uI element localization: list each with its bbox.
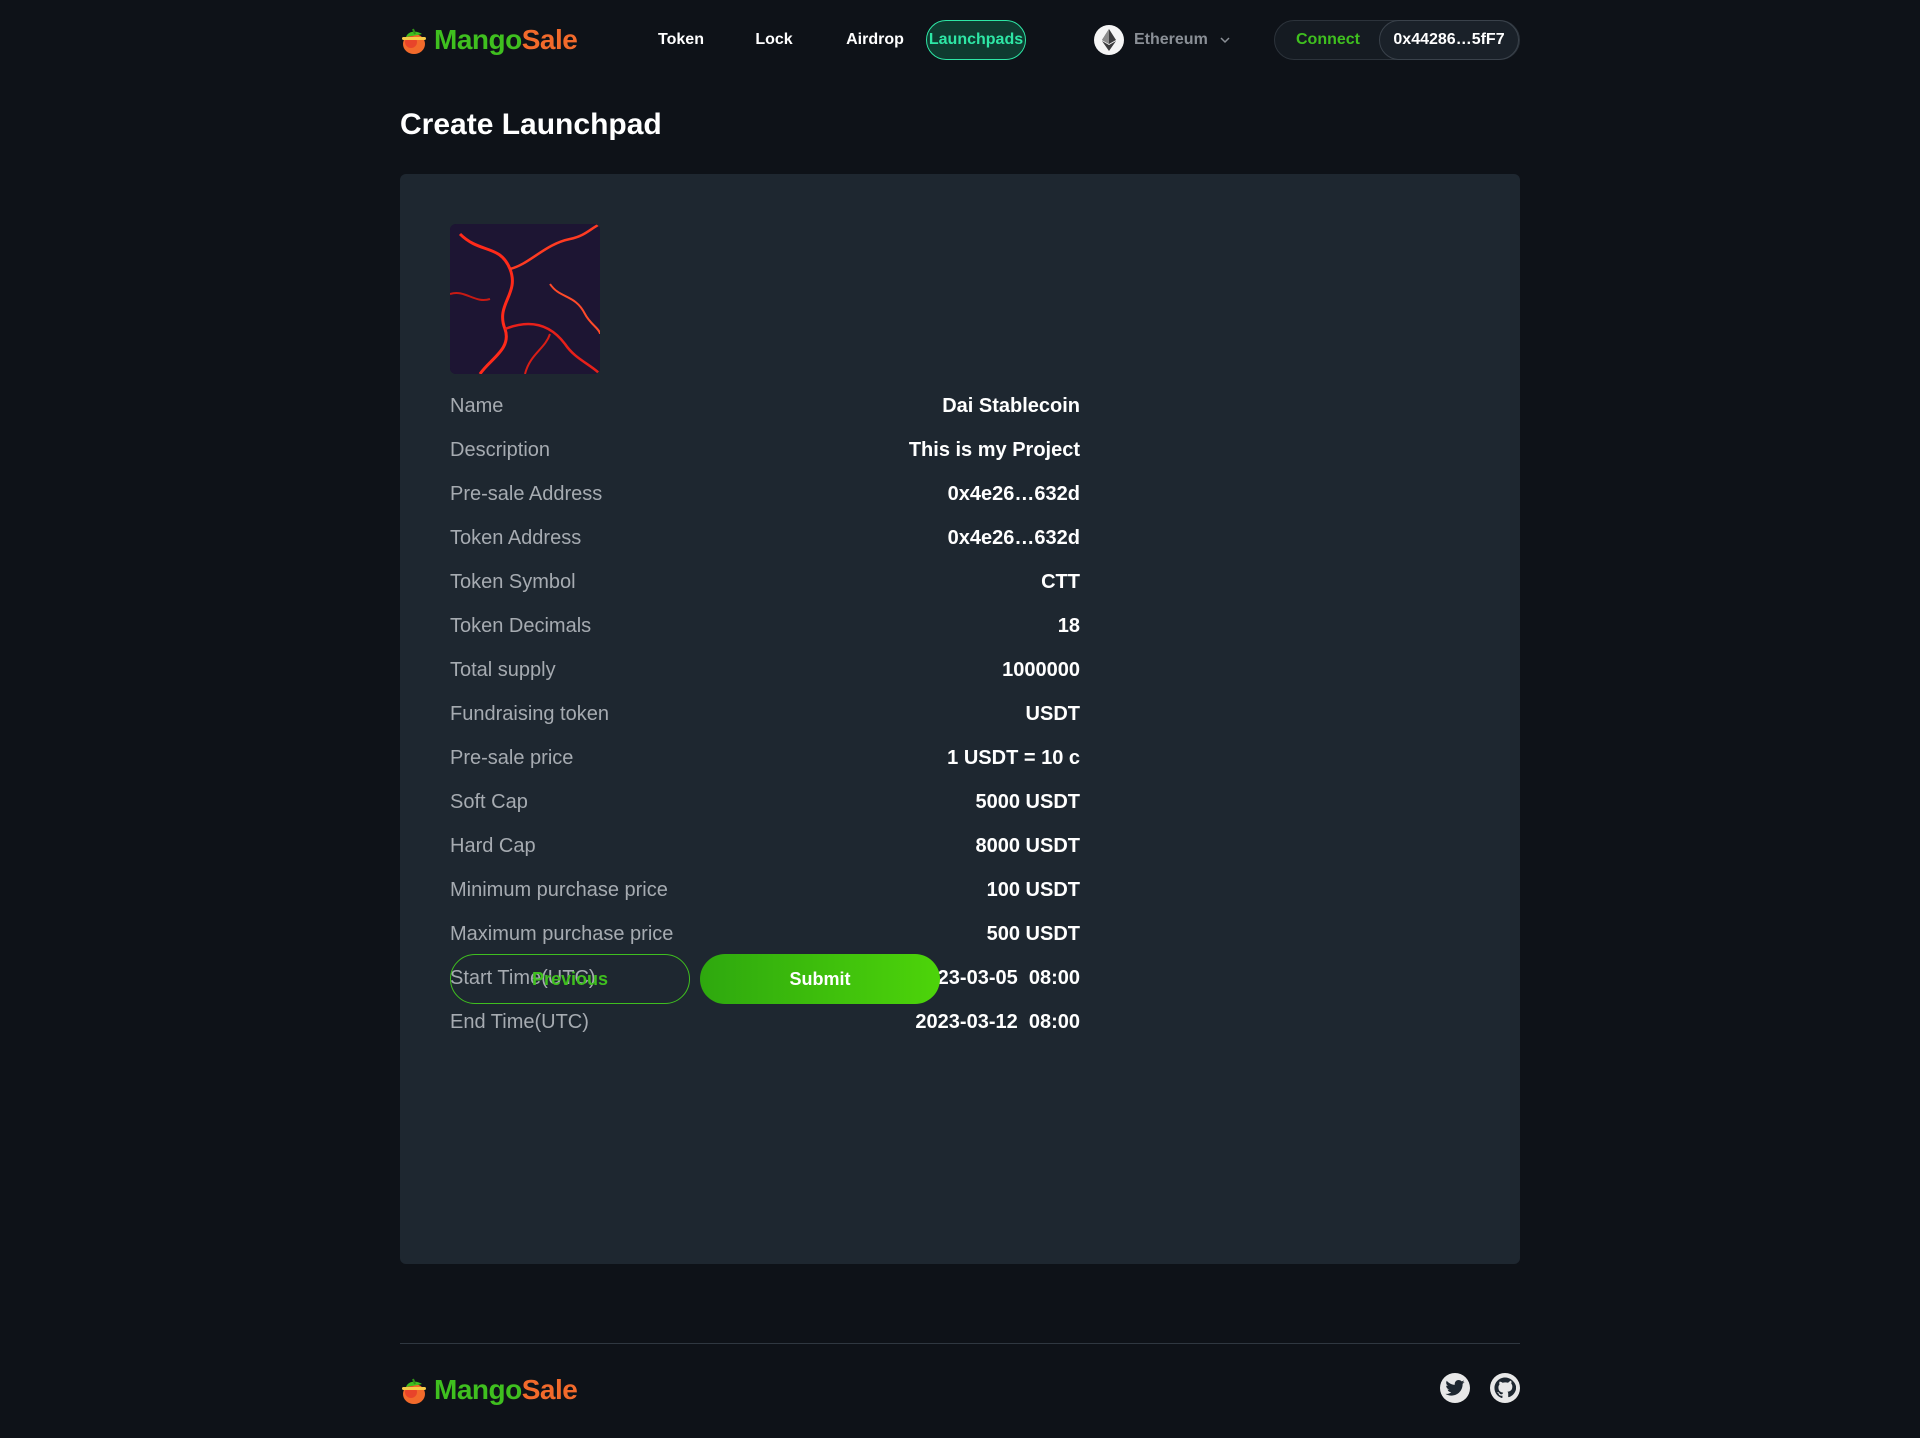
detail-row-presale-address: Pre-sale Address 0x4e26…632d <box>450 482 1080 505</box>
project-image <box>450 224 600 374</box>
brand-logo[interactable]: MangoSale <box>400 18 578 62</box>
footer-logo[interactable]: MangoSale <box>400 1368 578 1412</box>
detail-row-fundraising-token: Fundraising token USDT <box>450 702 1080 725</box>
page-title: Create Launchpad <box>400 108 662 141</box>
submit-button[interactable]: Submit <box>700 954 940 1004</box>
detail-row-max-purchase: Maximum purchase price 500 USDT <box>450 922 1080 945</box>
main-nav: Token Lock Airdrop Launchpads <box>638 20 1026 60</box>
twitter-icon[interactable] <box>1440 1373 1470 1403</box>
footer-divider <box>400 1343 1520 1344</box>
detail-row-hard-cap: Hard Cap 8000 USDT <box>450 834 1080 857</box>
detail-row-soft-cap: Soft Cap 5000 USDT <box>450 790 1080 813</box>
brand-name: MangoSale <box>434 24 578 55</box>
previous-button[interactable]: Previous <box>450 954 690 1004</box>
launchpad-summary-card: Name Dai Stablecoin Description This is my… <box>400 174 1520 1264</box>
mango-logo-icon <box>402 28 426 54</box>
detail-row-presale-price: Pre-sale price 1 USDT = 10 c <box>450 746 1080 769</box>
detail-row-end-time: End Time(UTC) 2023-03-12 08:00 <box>450 1010 1080 1033</box>
nav-item-airdrop[interactable]: Airdrop <box>824 20 926 60</box>
launchpad-details: Name Dai Stablecoin Description This is my… <box>450 384 1080 1044</box>
mango-logo-icon <box>402 1378 426 1404</box>
connect-button[interactable]: Connect <box>1275 31 1381 49</box>
wallet-widget: Connect 0x44286…5fF7 <box>1274 20 1520 60</box>
wallet-address[interactable]: 0x44286…5fF7 <box>1379 20 1519 60</box>
detail-row-description: Description This is my Project <box>450 438 1080 461</box>
footer-brand-name: MangoSale <box>434 1374 578 1405</box>
nav-item-lock[interactable]: Lock <box>724 20 824 60</box>
detail-row-token-decimals: Token Decimals 18 <box>450 614 1080 637</box>
github-icon[interactable] <box>1490 1373 1520 1403</box>
detail-row-token-symbol: Token Symbol CTT <box>450 570 1080 593</box>
ethereum-icon <box>1094 25 1124 55</box>
detail-row-token-address: Token Address 0x4e26…632d <box>450 526 1080 549</box>
detail-row-name: Name Dai Stablecoin <box>450 394 1080 417</box>
chevron-down-icon <box>1220 37 1230 44</box>
network-label: Ethereum <box>1134 31 1208 48</box>
detail-row-min-purchase: Minimum purchase price 100 USDT <box>450 878 1080 901</box>
network-selector[interactable]: Ethereum <box>1094 22 1232 58</box>
header: MangoSale Token Lock Airdrop Launchpads … <box>400 18 1520 62</box>
nav-item-launchpads[interactable]: Launchpads <box>926 20 1026 60</box>
detail-row-total-supply: Total supply 1000000 <box>450 658 1080 681</box>
nav-item-token[interactable]: Token <box>638 20 724 60</box>
